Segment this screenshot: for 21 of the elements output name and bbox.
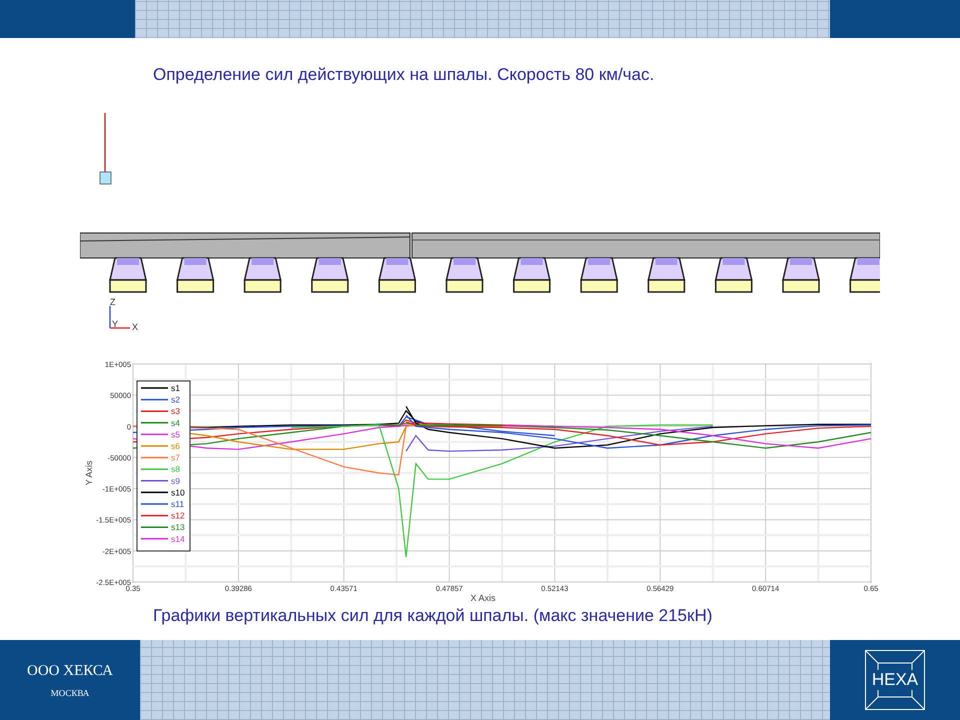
legend-label: s4 (171, 418, 180, 428)
legend-label: s1 (171, 383, 180, 393)
legend-label: s3 (171, 406, 180, 416)
company-logo: HEXA (865, 650, 925, 710)
legend-label: s6 (171, 441, 180, 451)
legend-label: s11 (171, 499, 184, 509)
legend-label: s10 (171, 487, 185, 498)
slide-title: Определение сил действующих на шпалы. Скорость 80 км/час. (152, 64, 656, 86)
axis-title: Y Axis (84, 460, 94, 486)
axis-title: X Axis (470, 593, 496, 603)
legend-label: s5 (171, 429, 180, 440)
chart-caption: Графики вертикальных сил для каждой шпалы. (макс значение 215кН) (152, 605, 714, 627)
city-name: МОСКВА (50, 688, 90, 698)
legend-label: s7 (171, 452, 180, 463)
legend-label: s2 (171, 394, 180, 405)
legend-label: s14 (171, 534, 185, 544)
legend-label: s12 (171, 510, 185, 521)
legend-label: s13 (171, 522, 185, 532)
legend-label: s8 (171, 464, 180, 474)
company-name: ООО ХЕКСА (27, 662, 113, 680)
legend-label: s9 (171, 476, 180, 486)
